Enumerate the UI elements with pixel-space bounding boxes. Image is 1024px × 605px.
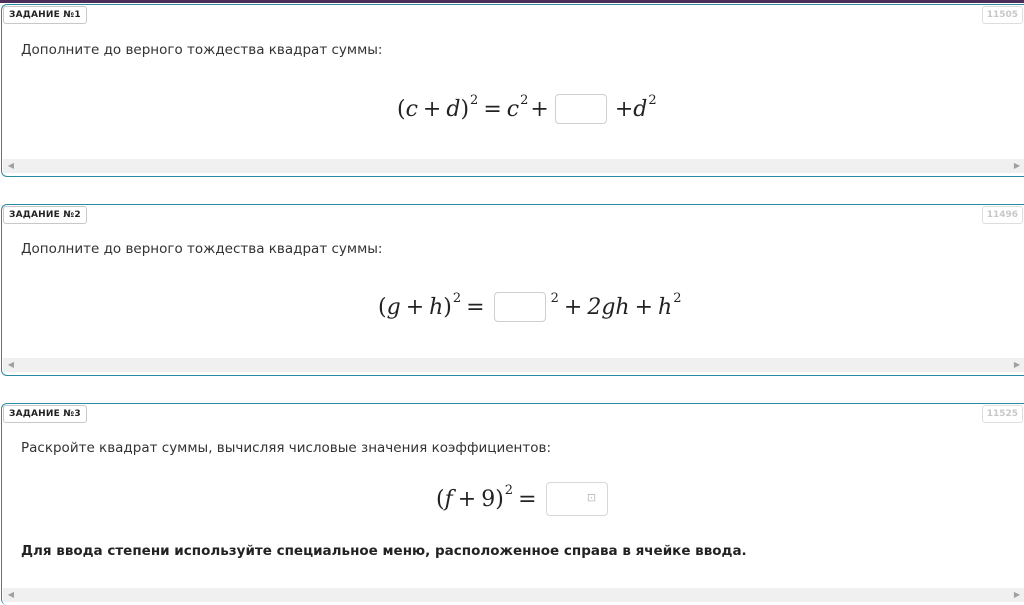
op-equals: = <box>518 486 537 512</box>
term-3-exponent: 2 <box>648 92 657 108</box>
op-plus: + <box>530 96 549 122</box>
task-prompt: Дополните до верного тождества квадрат с… <box>21 42 383 58</box>
answer-input[interactable] <box>493 292 546 322</box>
horizontal-scrollbar[interactable]: ◀ ▶ <box>3 159 1024 173</box>
answer-input[interactable]: ⊡ <box>545 482 608 516</box>
op-plus: + <box>614 96 634 122</box>
op-plus: + <box>634 294 654 320</box>
scroll-right-icon[interactable]: ▶ <box>1011 588 1023 602</box>
op-equals: = <box>466 294 485 320</box>
scroll-left-icon[interactable]: ◀ <box>5 159 17 173</box>
task-id: 11505 <box>981 6 1023 24</box>
var-b: h <box>429 294 444 320</box>
task-badge: ЗАДАНИЕ №2 <box>3 206 87 224</box>
term-1: c <box>506 96 520 122</box>
box-exponent: 2 <box>550 290 559 306</box>
exponent: 2 <box>504 482 514 498</box>
middle-term: 2gh <box>587 294 630 320</box>
op-plus: + <box>405 294 425 320</box>
scroll-left-icon[interactable]: ◀ <box>5 358 17 372</box>
paren-open: ( <box>397 96 406 122</box>
task-card-3: ЗАДАНИЕ №3 11525 Раскройте квадрат суммы… <box>1 403 1024 605</box>
formula: ( c + d ) 2 = c 2 + + d 2 <box>397 92 657 124</box>
scroll-right-icon[interactable]: ▶ <box>1011 159 1023 173</box>
task-badge: ЗАДАНИЕ №3 <box>3 405 87 423</box>
var-a: c <box>405 96 418 122</box>
term-3-exponent: 2 <box>673 290 682 306</box>
var-a: f <box>444 486 453 512</box>
horizontal-scrollbar[interactable]: ◀ ▶ <box>3 588 1024 602</box>
term-3: h <box>658 294 673 320</box>
paren-close: ) <box>460 96 470 122</box>
op-plus: + <box>422 96 442 122</box>
task-id: 11525 <box>981 405 1023 423</box>
task-card-1: ЗАДАНИЕ №1 11505 Дополните до верного то… <box>1 4 1024 177</box>
number-b: 9 <box>481 486 496 512</box>
exponent: 2 <box>470 92 479 108</box>
term-3: d <box>633 96 648 122</box>
task-prompt: Дополните до верного тождества квадрат с… <box>21 241 383 257</box>
exponent: 2 <box>452 290 462 306</box>
term-1-exponent: 2 <box>520 92 529 108</box>
paren-open: ( <box>436 486 445 512</box>
task-prompt: Раскройте квадрат суммы, вычисляя числов… <box>21 440 551 456</box>
formula: ( g + h ) 2 = 2 + 2gh + h 2 <box>378 290 682 322</box>
task-badge: ЗАДАНИЕ №1 <box>3 6 87 24</box>
var-b: d <box>446 96 461 122</box>
answer-input[interactable] <box>554 94 607 124</box>
power-menu-icon[interactable]: ⊡ <box>585 491 599 505</box>
paren-open: ( <box>378 294 387 320</box>
task-note: Для ввода степени используйте специально… <box>21 543 747 559</box>
op-plus: + <box>457 486 477 512</box>
paren-close: ) <box>495 486 504 512</box>
op-equals: = <box>483 96 502 122</box>
op-plus: + <box>563 294 583 320</box>
scroll-right-icon[interactable]: ▶ <box>1011 358 1023 372</box>
task-card-2: ЗАДАНИЕ №2 11496 Дополните до верного то… <box>1 204 1024 376</box>
task-id: 11496 <box>981 206 1023 224</box>
var-a: g <box>386 294 401 320</box>
formula: ( f + 9 ) 2 = ⊡ <box>436 482 612 516</box>
paren-close: ) <box>443 294 452 320</box>
top-accent-line <box>0 0 1024 3</box>
scroll-left-icon[interactable]: ◀ <box>5 588 17 602</box>
horizontal-scrollbar[interactable]: ◀ ▶ <box>3 358 1024 372</box>
